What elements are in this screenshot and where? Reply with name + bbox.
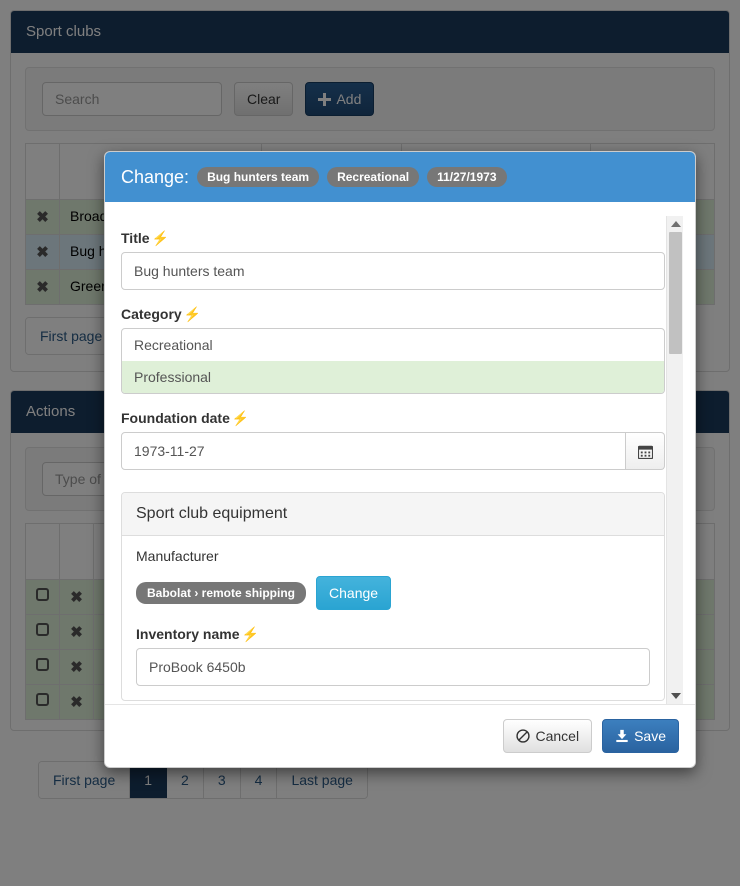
caret-down-icon[interactable] [667, 688, 684, 704]
modal-footer: Cancel Save [105, 704, 695, 767]
required-icon: ⚡ [231, 410, 250, 426]
title-input[interactable] [121, 252, 665, 290]
modal-header: Change: Bug hunters team Recreational 11… [105, 152, 695, 202]
cancel-button-label: Cancel [535, 728, 580, 744]
inventory-name-label-text: Inventory name [136, 626, 240, 642]
app-root: Sport clubs Clear Add ⇅Title [0, 0, 740, 886]
category-label-text: Category [121, 306, 182, 322]
equipment-panel: Sport club equipment Manufacturer Babola… [121, 492, 665, 701]
change-club-modal: Change: Bug hunters team Recreational 11… [104, 151, 696, 768]
download-icon [615, 728, 629, 748]
foundation-date-label: Foundation date ⚡ [121, 410, 665, 426]
manufacturer-row: Babolat › remote shipping Change [136, 576, 650, 610]
modal-body: Title ⚡ Category ⚡ Recreational Professi… [105, 202, 695, 704]
modal-form: Title ⚡ Category ⚡ Recreational Professi… [121, 216, 679, 704]
category-listbox[interactable]: Recreational Professional [121, 328, 665, 394]
equipment-body: Manufacturer Babolat › remote shipping C… [122, 536, 664, 700]
calendar-icon[interactable] [626, 432, 665, 470]
title-label: Title ⚡ [121, 230, 665, 246]
category-option-recreational[interactable]: Recreational [122, 329, 664, 361]
equipment-heading: Sport club equipment [122, 493, 664, 536]
category-option-professional[interactable]: Professional [122, 361, 664, 393]
save-button-label: Save [634, 728, 666, 744]
ban-icon [516, 728, 531, 748]
foundation-date-input[interactable] [121, 432, 627, 470]
inventory-name-label: Inventory name ⚡ [136, 626, 650, 642]
required-icon: ⚡ [241, 626, 259, 642]
manufacturer-value-tag: Babolat › remote shipping [136, 582, 307, 604]
required-icon: ⚡ [183, 306, 202, 322]
save-button[interactable]: Save [602, 719, 679, 753]
caret-up-icon[interactable] [667, 216, 684, 232]
cancel-button[interactable]: Cancel [503, 719, 593, 753]
required-icon: ⚡ [151, 230, 169, 246]
modal-title: Change: [121, 167, 190, 187]
scrollbar-thumb[interactable] [669, 232, 682, 354]
manufacturer-label: Manufacturer [136, 548, 219, 564]
modal-tag-category: Recreational [327, 167, 420, 187]
inventory-name-input[interactable] [136, 648, 650, 686]
modal-scrollbar[interactable] [666, 216, 683, 704]
change-manufacturer-button[interactable]: Change [316, 576, 392, 610]
category-label: Category ⚡ [121, 306, 665, 322]
foundation-date-group [121, 432, 665, 470]
foundation-date-label-text: Foundation date [121, 410, 230, 426]
title-label-text: Title [121, 230, 150, 246]
modal-tag-date: 11/27/1973 [427, 167, 507, 187]
modal-tag-title: Bug hunters team [197, 167, 320, 187]
